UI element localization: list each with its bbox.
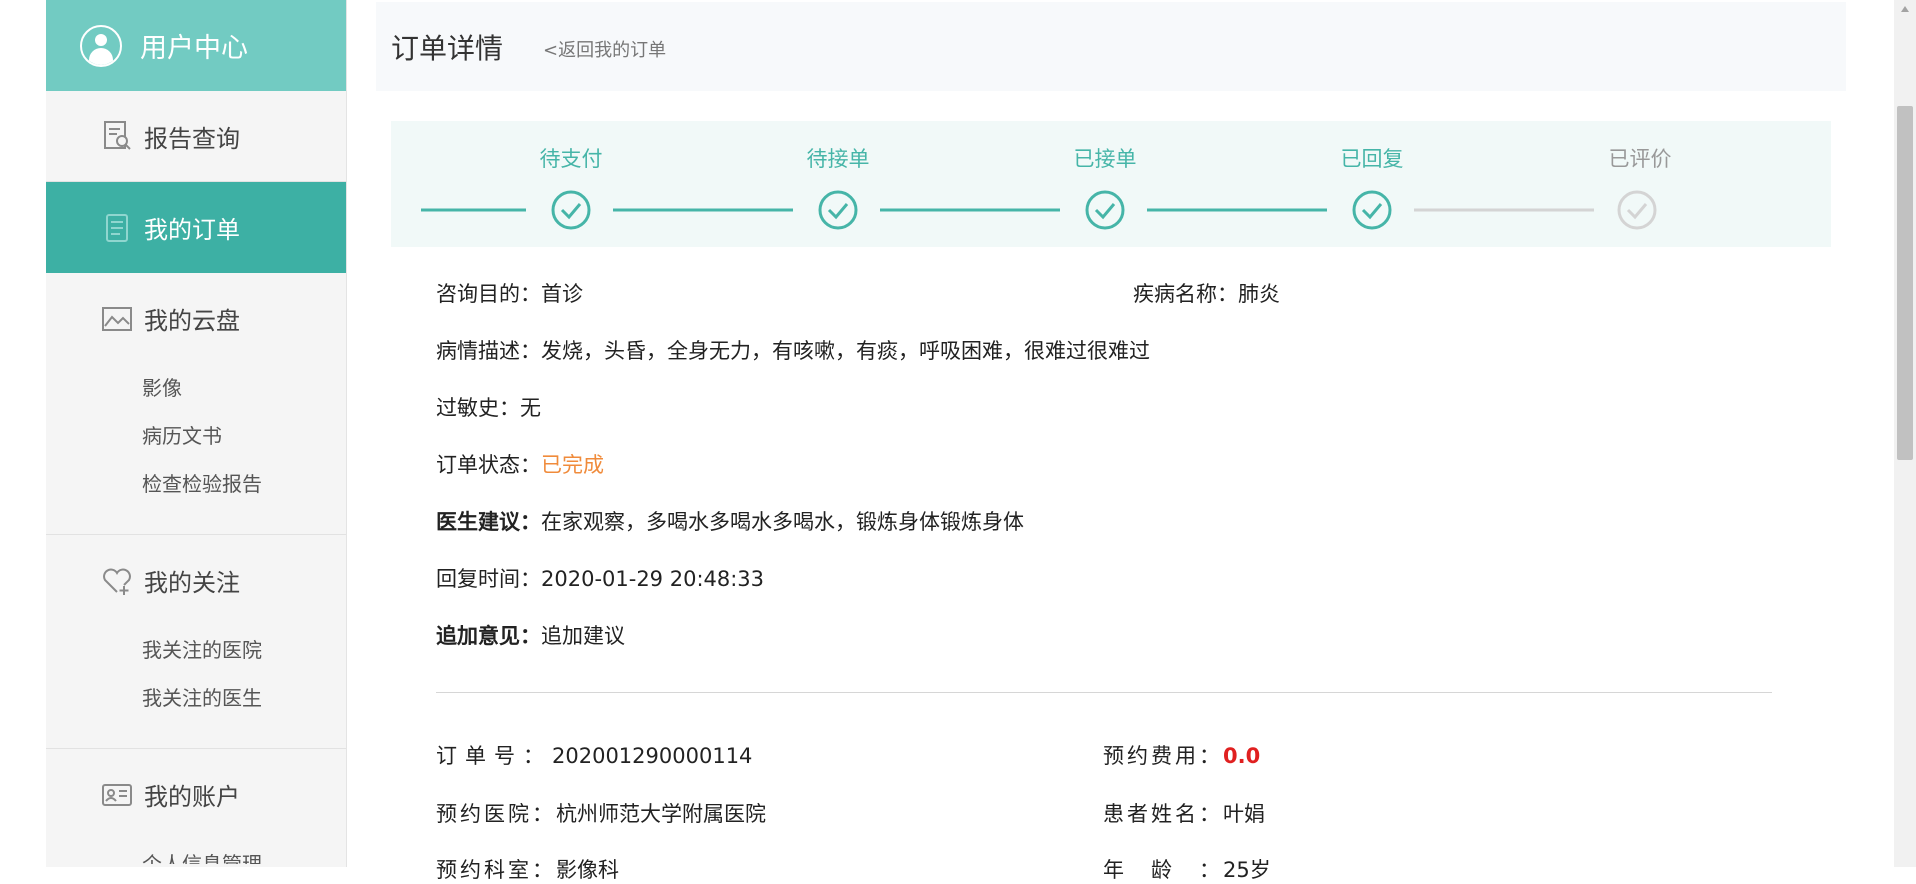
step-check-icon bbox=[818, 190, 858, 230]
sidebar-item-my-cloud[interactable]: 我的云盘 bbox=[46, 273, 346, 364]
reply-time-row: 回复时间：2020-01-29 20:48:33 bbox=[436, 563, 764, 593]
order-no-label: 订单号： bbox=[436, 744, 552, 768]
back-to-orders-link[interactable]: <返回我的订单 bbox=[543, 36, 666, 62]
extra-opinion-row: 追加意见：追加建议 bbox=[436, 620, 625, 650]
step-pending-icon bbox=[1617, 190, 1657, 230]
sidebar-item-report-query[interactable]: 报告查询 bbox=[46, 91, 346, 182]
user-center-title: 用户中心 bbox=[140, 33, 248, 64]
sidebar-subitem-exam-reports[interactable]: 检查检验报告 bbox=[46, 460, 346, 508]
reply-time-label: 回复时间： bbox=[436, 567, 541, 591]
status-label: 订单状态： bbox=[436, 453, 541, 477]
age-value: 25岁 bbox=[1223, 858, 1271, 882]
sidebar: 用户中心 报告查询 我的订单 我的云盘 影像 病历文书 检查检验报告 我的关注 … bbox=[46, 0, 347, 867]
scroll-thumb[interactable] bbox=[1897, 106, 1913, 460]
hospital-label: 预约医院： bbox=[436, 802, 556, 826]
order-no-value: 202001290000114 bbox=[552, 744, 753, 768]
purpose-label: 咨询目的： bbox=[436, 282, 541, 306]
fee-row: 预约费用：0.0 bbox=[1103, 740, 1260, 770]
sidebar-item-label: 我的订单 bbox=[144, 216, 240, 244]
sidebar-item-label: 我的账户 bbox=[144, 783, 240, 811]
report-search-icon bbox=[104, 121, 131, 150]
step-label-pending-payment: 待支付 bbox=[539, 147, 603, 171]
allergy-row: 过敏史：无 bbox=[436, 392, 541, 422]
step-label-reviewed: 已评价 bbox=[1608, 147, 1672, 171]
purpose-value: 首诊 bbox=[541, 282, 583, 306]
status-row: 订单状态：已完成 bbox=[436, 449, 604, 479]
user-avatar-icon bbox=[80, 24, 122, 67]
disease-value: 肺炎 bbox=[1238, 282, 1280, 306]
sidebar-item-label: 我的关注 bbox=[144, 569, 240, 597]
reply-time-value: 2020-01-29 20:48:33 bbox=[541, 567, 765, 591]
step-label-replied: 已回复 bbox=[1340, 147, 1404, 171]
sidebar-subitem-followed-doctors[interactable]: 我关注的医生 bbox=[46, 674, 346, 722]
sidebar-item-my-orders[interactable]: 我的订单 bbox=[46, 182, 346, 273]
age-row: 年 龄 ：25岁 bbox=[1103, 854, 1271, 884]
hospital-row: 预约医院：杭州师范大学附属医院 bbox=[436, 798, 766, 828]
purpose-row: 咨询目的：首诊 bbox=[436, 278, 583, 308]
department-value: 影像科 bbox=[556, 858, 619, 882]
step-label-accepted: 已接单 bbox=[1073, 147, 1137, 171]
patient-label: 患者姓名： bbox=[1103, 802, 1223, 826]
disease-row: 疾病名称：肺炎 bbox=[1133, 278, 1280, 308]
advice-row: 医生建议：在家观察，多喝水多喝水多喝水，锻炼身体锻炼身体 bbox=[436, 506, 1024, 536]
page-header: 订单详情 <返回我的订单 bbox=[376, 2, 1846, 91]
step-check-icon bbox=[1085, 190, 1125, 230]
order-no-row: 订单号：202001290000114 bbox=[436, 740, 752, 770]
scroll-up-icon[interactable] bbox=[1901, 6, 1909, 12]
vertical-scrollbar[interactable] bbox=[1894, 0, 1916, 867]
step-label-pending-accept: 待接单 bbox=[806, 147, 870, 171]
sidebar-item-label: 我的云盘 bbox=[144, 307, 240, 335]
step-check-icon bbox=[551, 190, 591, 230]
sidebar-subitem-medical-records[interactable]: 病历文书 bbox=[46, 412, 346, 460]
department-label: 预约科室： bbox=[436, 858, 556, 882]
sidebar-subitem-personal-info[interactable]: 个人信息管理 bbox=[46, 840, 346, 864]
status-value: 已完成 bbox=[541, 453, 604, 477]
cloud-image-icon bbox=[102, 306, 132, 331]
page-title: 订单详情 bbox=[391, 31, 504, 65]
extra-opinion-label: 追加意见： bbox=[436, 624, 541, 648]
sidebar-group-follow: 我的关注 我关注的医院 我关注的医生 bbox=[46, 535, 346, 749]
fee-label: 预约费用： bbox=[1103, 744, 1223, 768]
sidebar-group-cloud: 我的云盘 影像 病历文书 检查检验报告 bbox=[46, 273, 346, 535]
user-center-header[interactable]: 用户中心 bbox=[46, 0, 346, 91]
order-progress-steps: 待支付 待接单 已接单 已回复 已评价 bbox=[391, 121, 1831, 247]
sidebar-item-my-account[interactable]: 我的账户 bbox=[46, 749, 346, 840]
description-row: 病情描述：发烧，头昏，全身无力，有咳嗽，有痰，呼吸困难，很难过很难过 bbox=[436, 335, 1150, 365]
sidebar-subitem-images[interactable]: 影像 bbox=[46, 364, 346, 412]
sidebar-item-my-follow[interactable]: 我的关注 bbox=[46, 535, 346, 626]
step-check-icon bbox=[1352, 190, 1392, 230]
heart-plus-icon bbox=[103, 568, 131, 595]
fee-value: 0.0 bbox=[1223, 744, 1261, 768]
department-row: 预约科室：影像科 bbox=[436, 854, 619, 884]
description-value: 发烧，头昏，全身无力，有咳嗽，有痰，呼吸困难，很难过很难过 bbox=[541, 339, 1150, 363]
allergy-value: 无 bbox=[520, 396, 541, 420]
patient-value: 叶娟 bbox=[1223, 802, 1265, 826]
order-list-icon bbox=[106, 213, 128, 242]
sidebar-item-label: 报告查询 bbox=[144, 124, 240, 153]
hospital-value: 杭州师范大学附属医院 bbox=[556, 802, 766, 826]
section-divider bbox=[436, 692, 1772, 693]
sidebar-subitem-followed-hospitals[interactable]: 我关注的医院 bbox=[46, 626, 346, 674]
patient-row: 患者姓名：叶娟 bbox=[1103, 798, 1265, 828]
extra-opinion-value: 追加建议 bbox=[541, 624, 625, 648]
id-card-icon bbox=[102, 783, 132, 806]
disease-label: 疾病名称： bbox=[1133, 282, 1238, 306]
allergy-label: 过敏史： bbox=[436, 396, 520, 420]
age-label: 年 龄 ： bbox=[1103, 858, 1223, 882]
advice-label: 医生建议： bbox=[436, 510, 541, 534]
description-label: 病情描述： bbox=[436, 339, 541, 363]
advice-value: 在家观察，多喝水多喝水多喝水，锻炼身体锻炼身体 bbox=[541, 510, 1024, 534]
